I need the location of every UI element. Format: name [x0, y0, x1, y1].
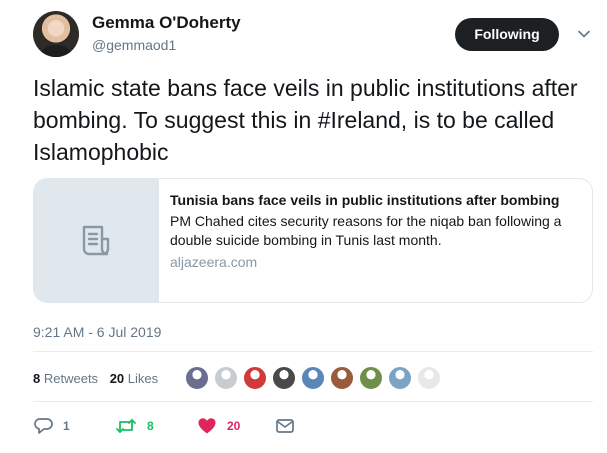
chevron-down-icon[interactable] [577, 27, 591, 41]
retweets-stat[interactable]: 8 Retweets [33, 371, 98, 386]
liker-avatar[interactable] [388, 366, 412, 390]
liker-avatar[interactable] [185, 366, 209, 390]
divider [33, 351, 593, 352]
like-count: 20 [227, 419, 241, 433]
tweet-timestamp[interactable]: 9:21 AM - 6 Jul 2019 [33, 324, 161, 340]
tweet-text: Islamic state bans face veils in public … [33, 75, 578, 165]
envelope-icon [276, 419, 294, 433]
following-button[interactable]: Following [455, 18, 559, 51]
retweet-icon [116, 419, 136, 433]
card-description: PM Chahed cites security reasons for the… [170, 213, 562, 248]
retweet-button[interactable]: 8 [115, 416, 154, 436]
tweet-actions: 1 8 20 [33, 416, 333, 436]
engagement-stats: 8 Retweets 20 Likes [33, 371, 166, 386]
link-card[interactable]: Tunisia bans face veils in public instit… [33, 178, 593, 303]
card-thumbnail [34, 179, 159, 302]
direct-message-button[interactable] [275, 416, 295, 436]
author-handle[interactable]: @gemmaod1 [92, 37, 176, 53]
reply-button[interactable]: 1 [33, 416, 70, 436]
liker-avatar[interactable] [417, 366, 441, 390]
like-button[interactable]: 20 [197, 416, 240, 436]
reply-count: 1 [63, 419, 70, 433]
card-title: Tunisia bans face veils in public instit… [170, 192, 560, 208]
liker-avatar[interactable] [214, 366, 238, 390]
liker-avatar[interactable] [359, 366, 383, 390]
likes-stat[interactable]: 20 Likes [110, 371, 158, 386]
liker-avatar[interactable] [272, 366, 296, 390]
retweets-count: 8 [33, 371, 41, 386]
likes-label: Likes [127, 371, 159, 386]
card-domain: aljazeera.com [170, 254, 258, 270]
divider [33, 401, 593, 402]
retweets-label: Retweets [43, 371, 99, 386]
document-icon [82, 225, 110, 256]
reply-icon [34, 418, 53, 434]
likes-count: 20 [109, 371, 125, 386]
liker-avatar[interactable] [330, 366, 354, 390]
retweet-count: 8 [147, 419, 154, 433]
avatar[interactable] [33, 11, 79, 57]
author-name[interactable]: Gemma O'Doherty [92, 13, 241, 33]
liker-avatar[interactable] [301, 366, 325, 390]
liker-avatar[interactable] [243, 366, 267, 390]
heart-icon [198, 418, 216, 434]
